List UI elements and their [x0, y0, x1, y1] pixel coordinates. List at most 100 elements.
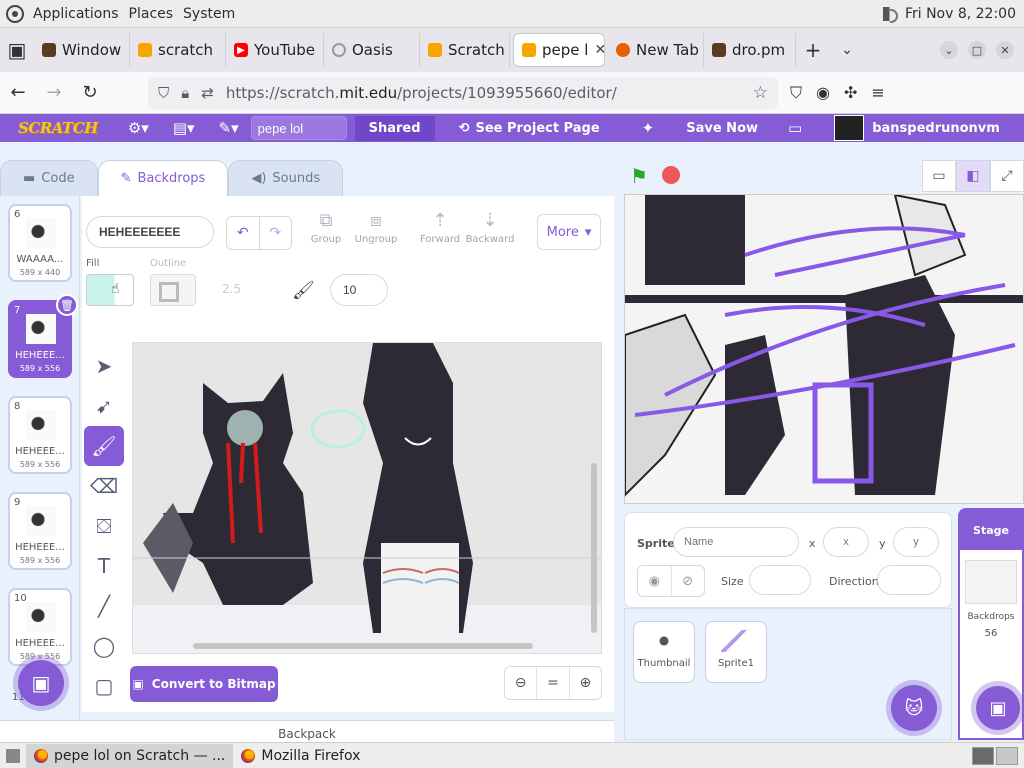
file-menu-icon[interactable]: ▤▾	[161, 119, 207, 137]
rectangle-tool-icon[interactable]: ▢	[84, 666, 124, 706]
shared-button[interactable]: Shared	[354, 115, 435, 141]
y-input[interactable]	[893, 527, 939, 557]
tab-code[interactable]: ▬ Code	[0, 160, 98, 196]
line-tool-icon[interactable]: ╱	[84, 586, 124, 626]
tab-sounds[interactable]: ◀) Sounds	[228, 160, 344, 196]
tab-backdrops[interactable]: ✎ Backdrops	[97, 160, 229, 196]
scratch-logo[interactable]: SCRATCH	[0, 119, 116, 137]
add-sprite-button[interactable]: 🐱︎	[891, 685, 937, 731]
show-desktop-icon[interactable]	[6, 748, 20, 763]
taskbar-item[interactable]: pepe lol on Scratch — ...	[26, 743, 234, 768]
back-arrow-icon[interactable]: ←	[0, 82, 36, 103]
size-input[interactable]	[749, 565, 811, 595]
my-stuff-folder-icon[interactable]: ▭	[776, 119, 814, 137]
zoom-in-icon[interactable]: ⊕	[568, 667, 601, 699]
browser-tab-active[interactable]: pepe l ✕	[513, 33, 605, 67]
see-project-page-button[interactable]: ⟲ See Project Page	[459, 121, 600, 136]
backdrop-item[interactable]: 8 HEHEEE... 589 x 556	[8, 396, 72, 474]
forward-arrow-icon[interactable]: →	[36, 82, 72, 103]
green-flag-icon[interactable]: ⚑	[630, 164, 648, 188]
large-stage-icon[interactable]: ◧	[956, 160, 990, 192]
backdrop-name-input[interactable]	[86, 216, 214, 248]
browser-tab[interactable]: New Tab	[608, 33, 704, 67]
backdrop-item[interactable]: 9 HEHEEE... 589 x 556	[8, 492, 72, 570]
taskbar-item[interactable]: Mozilla Firefox	[233, 744, 368, 768]
backdrop-item[interactable]: 6 WAAAA... 589 x 440	[8, 204, 72, 282]
permissions-icon[interactable]: ⇄	[201, 84, 214, 102]
fill-color-swatch[interactable]: ☝	[86, 274, 134, 306]
forward-button[interactable]: ⇡ Forward	[414, 210, 466, 245]
group-button[interactable]: ⧉ Group	[300, 210, 352, 245]
backward-button[interactable]: ⇣ Backward	[464, 210, 516, 245]
account-icon[interactable]: ◉	[816, 83, 830, 103]
outline-color-swatch[interactable]	[150, 274, 196, 306]
username[interactable]: banspedrunonvm	[872, 121, 1000, 136]
applications-menu[interactable]: Applications	[28, 6, 124, 22]
canvas-vertical-scrollbar[interactable]	[591, 463, 597, 633]
small-stage-icon[interactable]: ▭	[922, 160, 956, 192]
x-input[interactable]	[823, 527, 869, 557]
workspace-2[interactable]	[996, 746, 1018, 765]
backdrop-item[interactable]: 10 HEHEEE... 589 x 556	[8, 588, 72, 666]
system-menu[interactable]: System	[178, 6, 240, 22]
show-eye-icon[interactable]: ◉	[638, 566, 671, 596]
brush-size-input[interactable]	[330, 274, 388, 306]
project-title-input[interactable]	[250, 116, 347, 140]
add-stage-backdrop-button[interactable]: ▣	[976, 686, 1020, 730]
more-button[interactable]: More ▾	[537, 214, 601, 250]
circle-tool-icon[interactable]: ◯	[84, 626, 124, 666]
zoom-out-icon[interactable]: ⊖	[505, 667, 536, 699]
select-arrow-icon[interactable]: ➤	[84, 346, 124, 386]
fullscreen-icon[interactable]: ⤢	[990, 160, 1024, 192]
list-tabs-icon[interactable]: ⌄	[830, 42, 864, 58]
close-window-icon[interactable]: ✕	[996, 41, 1014, 59]
paint-canvas[interactable]	[132, 342, 602, 654]
ungroup-button[interactable]: ⧈ Ungroup	[350, 210, 402, 245]
stage-canvas[interactable]	[624, 194, 1024, 504]
volume-icon[interactable]	[882, 6, 899, 23]
edit-pencil-icon[interactable]: ✎▾	[207, 119, 251, 137]
sprite-name-input[interactable]	[673, 527, 799, 557]
maximize-window-icon[interactable]: □	[968, 41, 986, 59]
outline-width-value[interactable]: 2.5	[222, 282, 241, 296]
browser-tab[interactable]: ▶ YouTube	[226, 33, 324, 67]
workspace-1[interactable]	[972, 746, 994, 765]
text-tool-icon[interactable]: T	[84, 546, 124, 586]
fill-bucket-icon[interactable]: ⛋	[84, 506, 124, 546]
tutorials-bulb-icon[interactable]: ✦	[630, 119, 667, 137]
clock[interactable]: Fri Nov 8, 22:00	[905, 6, 1016, 22]
backpack-panel[interactable]: Backpack	[0, 720, 614, 744]
stop-sign-icon[interactable]	[662, 166, 680, 184]
hide-eye-icon[interactable]: ⊘	[670, 566, 705, 596]
new-tab-icon[interactable]: +	[796, 38, 830, 62]
tab-overview-icon[interactable]: ▣	[0, 38, 34, 62]
sprite-tile[interactable]: Sprite1	[705, 621, 767, 683]
browser-tab[interactable]: Window	[34, 33, 130, 67]
brush-tool-icon[interactable]: 🖌︎	[84, 426, 124, 466]
add-backdrop-button[interactable]: ▣	[18, 660, 64, 706]
places-menu[interactable]: Places	[124, 6, 179, 22]
settings-gear-icon[interactable]: ⚙▾	[116, 119, 161, 137]
bookmark-star-icon[interactable]: ☆	[753, 83, 768, 103]
url-text[interactable]: https://scratch.mit.edu/projects/1093955…	[226, 84, 617, 102]
lock-icon[interactable]: 🔒︎	[181, 84, 189, 102]
browser-tab[interactable]: Scratch	[420, 33, 510, 67]
undo-icon[interactable]: ↶	[227, 217, 259, 249]
browser-tab[interactable]: scratch	[130, 33, 226, 67]
browser-tab[interactable]: Oasis	[324, 33, 420, 67]
reload-icon[interactable]: ↻	[72, 82, 108, 103]
redo-icon[interactable]: ↷	[258, 217, 292, 249]
shield-icon[interactable]: ⛉	[158, 84, 169, 102]
reshape-icon[interactable]: ➹	[84, 386, 124, 426]
pocket-icon[interactable]: ⛉	[790, 83, 802, 103]
convert-to-bitmap-button[interactable]: ▣ Convert to Bitmap	[130, 666, 278, 702]
gnome-foot-icon[interactable]	[6, 4, 24, 23]
canvas-horizontal-scrollbar[interactable]	[193, 643, 533, 649]
save-now-button[interactable]: Save Now	[686, 121, 758, 136]
hamburger-menu-icon[interactable]: ≡	[871, 83, 884, 103]
eraser-icon[interactable]: ⌫	[84, 466, 124, 506]
zoom-reset-icon[interactable]: =	[536, 667, 568, 699]
extensions-icon[interactable]: ✣	[844, 83, 857, 103]
close-tab-icon[interactable]: ✕	[594, 42, 604, 58]
browser-tab[interactable]: dro.pm	[704, 33, 796, 67]
